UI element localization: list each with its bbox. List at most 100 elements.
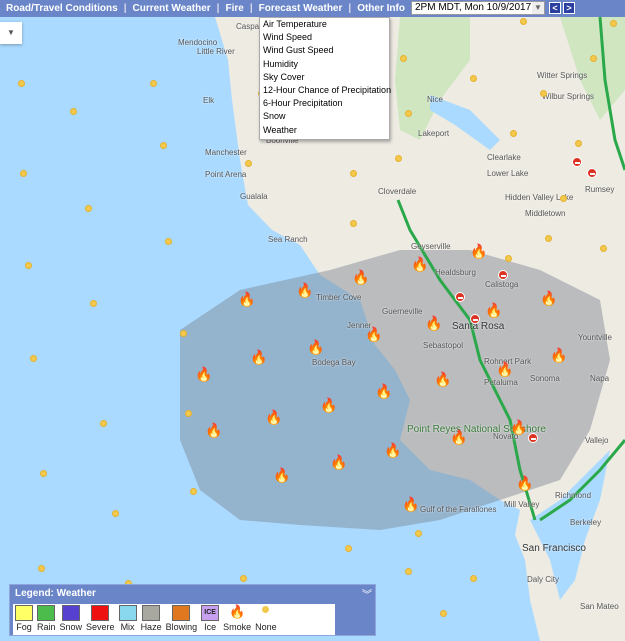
smoke-icon[interactable]: 🔥 [434, 372, 451, 386]
no-weather-dot-icon[interactable] [40, 470, 47, 477]
road-closed-icon[interactable] [470, 314, 480, 324]
no-weather-dot-icon[interactable] [30, 355, 37, 362]
no-weather-dot-icon[interactable] [600, 245, 607, 252]
place-label: San Francisco [522, 543, 586, 554]
road-closed-icon[interactable] [528, 433, 538, 443]
smoke-icon[interactable]: 🔥 [365, 327, 382, 341]
nav-other-info[interactable]: Other Info [357, 3, 405, 14]
smoke-icon[interactable]: 🔥 [402, 497, 419, 511]
menu-item-snow[interactable]: Snow [263, 110, 389, 123]
prev-time-button[interactable]: < [549, 2, 561, 14]
smoke-icon[interactable]: 🔥 [195, 367, 212, 381]
no-weather-dot-icon[interactable] [150, 80, 157, 87]
time-select[interactable]: 2PM MDT, Mon 10/9/2017 ▼ [411, 1, 545, 15]
smoke-icon[interactable]: 🔥 [384, 443, 401, 457]
no-weather-dot-icon[interactable] [100, 420, 107, 427]
no-weather-dot-icon[interactable] [505, 255, 512, 262]
menu-item-wind-speed[interactable]: Wind Speed [263, 31, 389, 44]
menu-item-6h-precip[interactable]: 6-Hour Precipitation [263, 97, 389, 110]
no-weather-dot-icon[interactable] [470, 75, 477, 82]
nav-current-weather[interactable]: Current Weather [133, 3, 211, 14]
smoke-icon[interactable]: 🔥 [307, 340, 324, 354]
smoke-icon[interactable]: 🔥 [485, 303, 502, 317]
road-closed-icon[interactable] [498, 270, 508, 280]
no-weather-dot-icon[interactable] [405, 568, 412, 575]
smoke-icon[interactable]: 🔥 [550, 348, 567, 362]
no-weather-dot-icon[interactable] [70, 108, 77, 115]
menu-item-wind-gust-speed[interactable]: Wind Gust Speed [263, 44, 389, 57]
no-weather-dot-icon[interactable] [160, 142, 167, 149]
no-weather-dot-icon[interactable] [405, 110, 412, 117]
smoke-icon[interactable]: 🔥 [411, 257, 428, 271]
no-weather-dot-icon[interactable] [85, 205, 92, 212]
no-weather-dot-icon[interactable] [345, 545, 352, 552]
smoke-icon[interactable]: 🔥 [375, 384, 392, 398]
smoke-icon[interactable]: 🔥 [470, 244, 487, 258]
no-weather-dot-icon[interactable] [350, 170, 357, 177]
smoke-icon[interactable]: 🔥 [250, 350, 267, 364]
no-weather-dot-icon[interactable] [112, 510, 119, 517]
smoke-icon[interactable]: 🔥 [265, 410, 282, 424]
smoke-icon[interactable]: 🔥 [330, 455, 347, 469]
menu-item-humidity[interactable]: Humidity [263, 58, 389, 71]
road-closed-icon[interactable] [572, 157, 582, 167]
no-weather-dot-icon[interactable] [185, 410, 192, 417]
no-weather-dot-icon[interactable] [18, 80, 25, 87]
no-weather-dot-icon[interactable] [395, 155, 402, 162]
no-weather-dot-icon[interactable] [190, 488, 197, 495]
no-weather-dot-icon[interactable] [470, 575, 477, 582]
menu-item-12h-precip-chance[interactable]: 12-Hour Chance of Precipitation [263, 84, 391, 97]
place-label: Sea Ranch [268, 235, 308, 244]
smoke-icon[interactable]: 🔥 [510, 420, 527, 434]
next-time-button[interactable]: > [563, 2, 575, 14]
place-label: Napa [590, 374, 610, 383]
legend-item-severe: Severe [86, 605, 115, 634]
no-weather-dot-icon[interactable] [25, 262, 32, 269]
smoke-icon[interactable]: 🔥 [205, 423, 222, 437]
no-weather-dot-icon[interactable] [540, 90, 547, 97]
smoke-icon[interactable]: 🔥 [516, 476, 533, 490]
menu-item-weather[interactable]: Weather [263, 124, 389, 137]
menu-item-sky-cover[interactable]: Sky Cover [263, 71, 389, 84]
no-weather-dot-icon[interactable] [240, 575, 247, 582]
smoke-icon[interactable]: 🔥 [425, 316, 442, 330]
no-weather-dot-icon[interactable] [545, 235, 552, 242]
snow-swatch-icon [61, 605, 80, 621]
no-weather-dot-icon[interactable] [520, 18, 527, 25]
nav-fire[interactable]: Fire [225, 3, 243, 14]
menu-item-air-temperature[interactable]: Air Temperature [263, 18, 389, 31]
no-weather-dot-icon[interactable] [38, 565, 45, 572]
no-weather-dot-icon[interactable] [440, 610, 447, 617]
place-label: San Mateo [580, 602, 619, 611]
legend: Legend: Weather ︾ Fog Rain Snow Severe Mix Ha… [9, 584, 376, 636]
smoke-icon[interactable]: 🔥 [352, 270, 369, 284]
no-weather-dot-icon[interactable] [560, 195, 567, 202]
no-weather-dot-icon[interactable] [610, 20, 617, 27]
no-weather-dot-icon[interactable] [590, 55, 597, 62]
road-closed-icon[interactable] [455, 292, 465, 302]
smoke-icon[interactable]: 🔥 [450, 430, 467, 444]
smoke-icon[interactable]: 🔥 [273, 468, 290, 482]
no-weather-dot-icon[interactable] [245, 160, 252, 167]
smoke-icon[interactable]: 🔥 [540, 291, 557, 305]
place-label: Manchester [205, 148, 247, 157]
smoke-icon[interactable]: 🔥 [296, 283, 313, 297]
no-weather-dot-icon[interactable] [180, 330, 187, 337]
no-weather-dot-icon[interactable] [350, 220, 357, 227]
no-weather-dot-icon[interactable] [415, 530, 422, 537]
no-weather-dot-icon[interactable] [400, 55, 407, 62]
nav-road-travel[interactable]: Road/Travel Conditions [6, 3, 118, 14]
nav-forecast-weather[interactable]: Forecast Weather [259, 3, 343, 14]
smoke-icon[interactable]: 🔥 [238, 292, 255, 306]
smoke-icon[interactable]: 🔥 [320, 398, 337, 412]
no-weather-dot-icon[interactable] [510, 130, 517, 137]
collapse-chevron-icon[interactable]: ︾ [362, 586, 372, 601]
smoke-icon[interactable]: 🔥 [496, 362, 513, 376]
chevron-down-icon[interactable]: ▼ [532, 2, 544, 14]
no-weather-dot-icon[interactable] [90, 300, 97, 307]
road-closed-icon[interactable] [587, 168, 597, 178]
no-weather-dot-icon[interactable] [165, 238, 172, 245]
no-weather-dot-icon[interactable] [575, 140, 582, 147]
layer-dropdown-button[interactable]: ▼ [0, 22, 22, 44]
no-weather-dot-icon[interactable] [20, 170, 27, 177]
